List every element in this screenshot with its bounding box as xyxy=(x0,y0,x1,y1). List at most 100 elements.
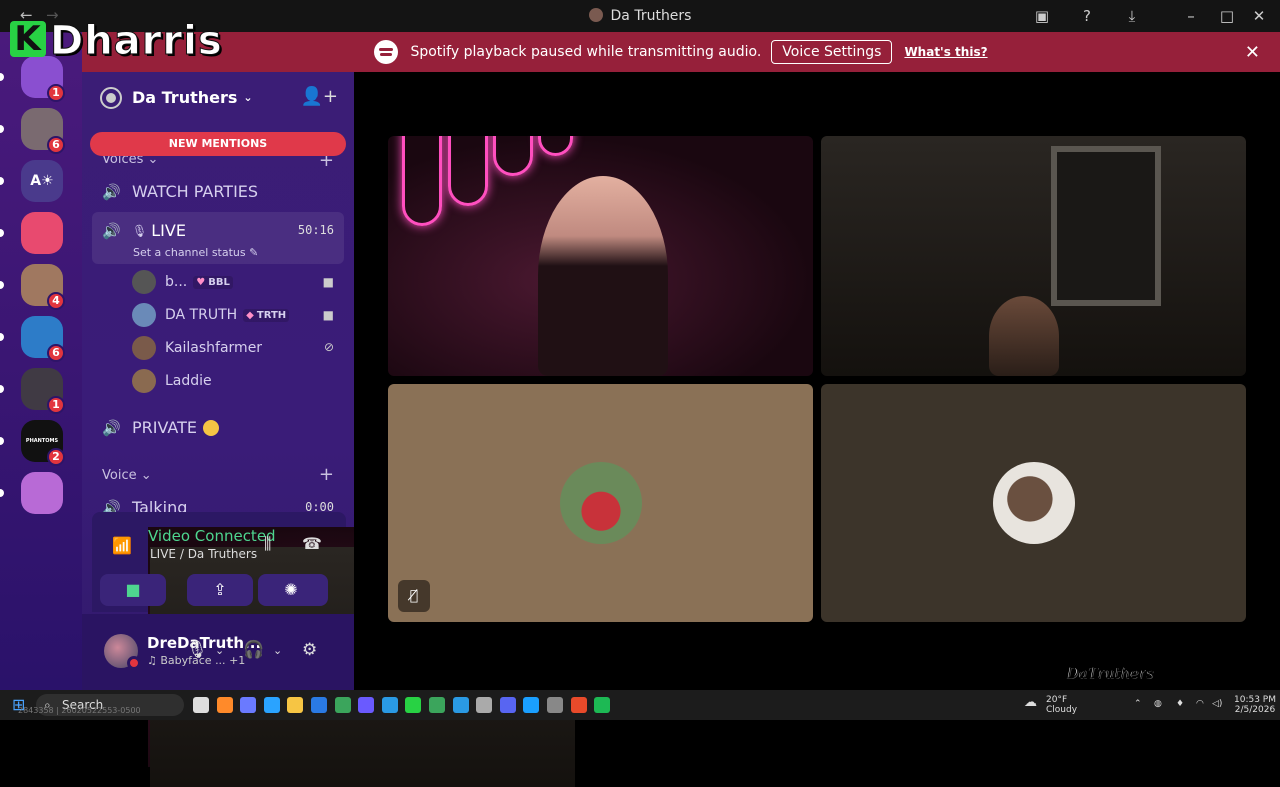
server-picture xyxy=(21,472,63,514)
tray-app-icon[interactable]: ♦ xyxy=(1176,699,1184,709)
clock-time: 10:53 PM xyxy=(1234,695,1276,705)
chevron-down-icon: ⌄ xyxy=(243,91,253,104)
unread-pill xyxy=(0,229,4,237)
taskbar-app-icon[interactable] xyxy=(311,697,327,713)
channel-live-row[interactable]: 🔊 🎙 LIVE xyxy=(102,221,186,240)
taskbar-app-icon[interactable] xyxy=(381,697,398,713)
server-list: 1 6 A☀ 4 6 1 PHANTOMS 2 xyxy=(0,32,82,690)
neon-light xyxy=(493,136,533,176)
voice-user[interactable]: Kailashfarmer xyxy=(132,336,262,360)
user-settings-gear-icon[interactable]: ⚙ xyxy=(302,640,317,660)
channel-status[interactable]: Set a channel status ✎ xyxy=(133,246,258,259)
taskbar-app-icon[interactable] xyxy=(263,697,280,713)
weather-desc: Cloudy xyxy=(1046,705,1078,715)
taskbar-app-icon[interactable] xyxy=(594,697,611,713)
tag-icon: ◆ xyxy=(246,309,254,321)
live-timer: 50:16 xyxy=(297,223,334,237)
taskbar-app-icon[interactable] xyxy=(452,697,469,713)
voice-user[interactable]: b... ♥ BBL xyxy=(132,270,233,294)
taskbar-app-icon[interactable] xyxy=(570,697,587,713)
close-notice-icon[interactable]: ✕ xyxy=(1245,42,1260,63)
watermark-name: Dharris xyxy=(50,18,223,65)
help-icon[interactable]: ? xyxy=(1077,6,1097,26)
streamer-watermark: K Dharris xyxy=(10,18,223,66)
taskbar-app-icon[interactable] xyxy=(405,697,422,713)
user-panel: DreDaTruth... ♫ Babyface ... +1 🎙 ⌄ 🎧 ⌄ … xyxy=(82,614,354,690)
server-icon-4[interactable]: 4 xyxy=(21,264,65,310)
minimize-icon[interactable]: – xyxy=(1181,6,1201,26)
voice-user-name: b... xyxy=(165,274,188,290)
server-icon-5[interactable]: 6 xyxy=(21,316,65,362)
server-icon-1[interactable]: 6 xyxy=(21,108,65,154)
taskbar-app-icon[interactable] xyxy=(429,697,445,713)
taskbar-app-icon[interactable] xyxy=(358,697,375,713)
taskbar-app-icon[interactable] xyxy=(499,697,516,713)
taskbar-app-icon[interactable] xyxy=(334,697,351,713)
volume-icon[interactable]: ◁) xyxy=(1212,699,1222,709)
server-icon-8[interactable] xyxy=(21,472,63,514)
video-tile[interactable] xyxy=(388,136,813,376)
unread-pill xyxy=(0,177,4,185)
server-icon-6[interactable]: 1 xyxy=(21,368,65,414)
voice-user[interactable]: DA TRUTH ◆ TRTH xyxy=(132,303,290,327)
voice-user[interactable]: Laddie xyxy=(132,369,212,393)
chevron-down-icon[interactable]: ⌄ xyxy=(215,644,224,657)
taskbar: ⊞ ⌕ Search ☁ 20°F Cloudy ⌃ ◍ ♦ ◠ ◁) 10:53 … xyxy=(0,690,1280,720)
inbox-icon[interactable]: ▣ xyxy=(1032,6,1052,26)
taskbar-app-icon[interactable] xyxy=(523,697,540,713)
disconnect-icon[interactable]: ☎ xyxy=(302,534,322,553)
tag-icon: ♥ xyxy=(196,276,206,288)
whats-this-link[interactable]: What's this? xyxy=(904,45,987,59)
soundboard-button[interactable]: ✺ xyxy=(258,574,324,606)
microphone-icon[interactable]: 🎙 xyxy=(186,640,208,660)
server-icon-3[interactable] xyxy=(21,212,63,254)
weather[interactable]: 20°F Cloudy xyxy=(1046,695,1077,715)
taskbar-app-icon[interactable] xyxy=(193,697,209,713)
download-icon[interactable]: ⤓ xyxy=(1122,6,1142,26)
channel-status-text: Set a channel status xyxy=(133,246,246,259)
add-voice-channel-icon[interactable]: + xyxy=(319,464,334,485)
avatar xyxy=(132,336,156,360)
chevron-down-icon[interactable]: ⌄ xyxy=(273,644,282,657)
server-name: Da Truthers xyxy=(132,88,238,107)
chevron-up-icon[interactable]: ⌃ xyxy=(1134,699,1142,709)
channel-private[interactable]: 🔊 PRIVATE xyxy=(102,418,219,437)
server-picture: A☀ xyxy=(21,160,63,202)
taskbar-app-icon[interactable] xyxy=(240,697,257,713)
weather-temp: 20°F xyxy=(1046,695,1068,705)
new-mentions-banner[interactable]: NEW MENTIONS xyxy=(90,132,346,156)
video-tile[interactable]: 🎙̸ xyxy=(388,384,813,622)
clock[interactable]: 10:53 PM 2/5/2026 xyxy=(1234,695,1276,715)
tag-label: TRTH xyxy=(256,309,287,321)
taskbar-app-icon[interactable] xyxy=(216,697,233,713)
voice-settings-button[interactable]: Voice Settings xyxy=(771,40,893,64)
camera-on-icon: ■ xyxy=(322,275,334,289)
screen-share-button[interactable]: ⇪ xyxy=(187,574,253,606)
close-window-icon[interactable]: ✕ xyxy=(1249,6,1269,26)
unread-pill xyxy=(0,125,4,133)
maximize-icon[interactable]: □ xyxy=(1217,6,1237,26)
taskbar-app-icon[interactable] xyxy=(476,697,493,713)
avatar xyxy=(559,462,642,544)
speaker-icon: 🔊 xyxy=(102,182,121,201)
tray-app-icon[interactable]: ◍ xyxy=(1154,699,1162,709)
server-icon-2[interactable]: A☀ xyxy=(21,160,63,202)
video-tile[interactable] xyxy=(821,384,1246,622)
channel-logo: DaTruthers xyxy=(1065,664,1154,683)
channel-watch-parties[interactable]: 🔊 WATCH PARTIES xyxy=(102,182,258,201)
neon-light xyxy=(448,136,488,206)
invite-people-icon[interactable]: 👤+ xyxy=(301,86,339,107)
server-icon-7[interactable]: PHANTOMS 2 xyxy=(21,420,65,466)
taskbar-app-icon[interactable] xyxy=(547,697,563,713)
video-tile[interactable] xyxy=(821,136,1246,376)
noise-suppression-icon[interactable]: ⫼ xyxy=(264,534,271,554)
muted-mic-icon: 🎙̸ xyxy=(398,580,430,612)
wifi-icon[interactable]: ◠ xyxy=(1196,699,1204,709)
taskbar-app-icon[interactable] xyxy=(287,697,304,713)
camera-button[interactable]: ■ xyxy=(100,574,166,606)
category-voice[interactable]: Voice ⌄ xyxy=(102,468,152,483)
mention-badge: 1 xyxy=(47,84,65,102)
server-header[interactable]: Da Truthers ⌄ xyxy=(100,86,253,109)
headphones-icon[interactable]: 🎧 xyxy=(243,640,264,660)
unread-pill xyxy=(0,73,4,81)
